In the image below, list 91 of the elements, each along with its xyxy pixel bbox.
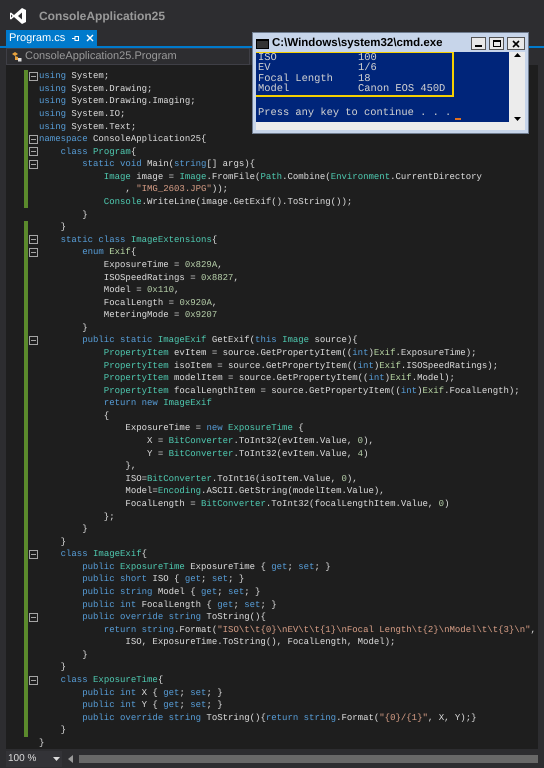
code-line: },	[124, 460, 136, 472]
code-line: X = BitConverter.ToInt32(evItem.Value, 0),	[146, 435, 374, 448]
code-line: public short ISO { get; set; }	[81, 573, 244, 586]
minimize-button[interactable]	[471, 37, 486, 50]
app-title: ConsoleApplication25	[39, 8, 166, 24]
code-line: public override string ToString(){return string.Format("{0}/{1}", X, Y);}	[81, 712, 476, 724]
collapse-icon[interactable]	[29, 612, 38, 622]
console-prompt: Press any key to continue . . .	[258, 106, 452, 122]
scroll-left-icon[interactable]	[68, 754, 73, 762]
code-line: }	[81, 208, 88, 221]
code-line: return string.Format("ISO\t\t{0}\nEV\t\t{1}\nFocal Length\t{2}\nModel\t\t{3}\n",	[102, 624, 536, 636]
code-line: public int Y { get; set; }	[81, 699, 223, 712]
console-horizontal-scrollbar[interactable]	[256, 122, 525, 130]
code-line: }	[60, 724, 66, 736]
caret-icon	[53, 756, 60, 760]
console-value: Canon EOS 450D	[358, 82, 446, 98]
code-line: , "IMG_2603.JPG"));	[124, 183, 228, 196]
code-line: PropertyItem isoItem = source.GetPropertyItem((int)Exif.ISOSpeedRatings);	[102, 360, 498, 372]
code-line: ISOSpeedRatings = 0x8827,	[102, 272, 239, 284]
code-line: using System.Text;	[39, 120, 136, 133]
code-line: MeteringMode = 0x9207	[102, 309, 218, 322]
pin-icon[interactable]	[71, 34, 80, 42]
class-icon	[11, 51, 22, 62]
collapse-icon[interactable]	[29, 147, 38, 156]
close-icon	[512, 40, 520, 48]
collapse-icon[interactable]	[29, 72, 38, 81]
console-icon	[256, 38, 269, 48]
vertical-scrollbar[interactable]	[509, 52, 525, 122]
collapse-icon[interactable]	[29, 550, 38, 559]
scroll-up-icon[interactable]	[514, 53, 520, 57]
collapse-icon[interactable]	[29, 676, 38, 685]
code-line: }	[60, 221, 66, 234]
close-icon[interactable]	[86, 34, 94, 42]
code-line: public override string ToString(){	[81, 611, 266, 624]
code-line: PropertyItem modelItem = source.GetPropertyItem((int)Exif.Model);	[102, 372, 455, 384]
code-line: }	[60, 661, 66, 674]
collapse-icon[interactable]	[29, 235, 38, 244]
file-tab[interactable]: Program.cs	[6, 30, 98, 46]
code-line: static void Main(string[] args){	[81, 158, 256, 170]
code-line: class ExposureTime{	[60, 674, 164, 686]
code-line: }	[81, 322, 88, 334]
console-label: EV	[258, 61, 270, 74]
code-line: Model=Encoding.ASCII.GetString(modelItem.Value),	[124, 485, 385, 498]
code-line: public int FocalLength { get; set; }	[81, 598, 277, 611]
code-line: return new ImageExif	[102, 397, 212, 410]
code-line: PropertyItem focalLengthItem = source.GetPropertyItem((int)Exif.FocalLength);	[102, 384, 520, 397]
code-line: FocalLength = BitConverter.ToInt32(focalLengthItem.Value, 0)	[124, 498, 450, 510]
code-line: }	[60, 536, 66, 548]
console-value: 1/6	[358, 61, 377, 74]
code-line: public ExposureTime ExposureTime { get; set; }	[81, 560, 331, 573]
collapse-icon[interactable]	[29, 336, 38, 345]
code-line: using System.Drawing;	[39, 82, 152, 95]
code-line: class Program{	[60, 146, 136, 158]
code-line: ISO=BitConverter.ToInt16(isoItem.Value, 0),	[124, 472, 358, 485]
code-line: }	[81, 648, 88, 661]
horizontal-scrollbar[interactable]	[79, 754, 538, 762]
code-line: enum Exif{	[81, 246, 136, 258]
code-line: namespace ConsoleApplication25{	[39, 133, 206, 146]
code-line: class ImageExif{	[60, 548, 148, 560]
console-title: C:\Windows\system32\cmd.exe	[272, 36, 444, 51]
code-line: }	[81, 523, 88, 536]
maximize-button[interactable]	[489, 37, 504, 50]
collapse-icon[interactable]	[29, 134, 38, 144]
code-line: FocalLength = 0x920A,	[102, 296, 218, 309]
code-line: using System.IO;	[39, 108, 126, 120]
code-line: Model = 0x110,	[102, 284, 180, 296]
code-line: static class ImageExtensions{	[60, 234, 218, 246]
code-line: PropertyItem evItem = source.GetPropertyItem((int)Exif.ExposureTime);	[102, 347, 476, 359]
code-line: Console.WriteLine(image.GetExif().ToString());	[102, 196, 352, 208]
code-line: using System.Drawing.Imaging;	[39, 95, 196, 108]
code-line: Y = BitConverter.ToInt32(evItem.Value, 4)	[146, 448, 368, 460]
code-line: ISO, ExposureTime.ToString(), FocalLength, Model);	[124, 636, 396, 648]
zoom-dropdown[interactable]: 100 %	[6, 750, 62, 766]
code-line: using System;	[39, 70, 110, 82]
code-line: public static ImageExif GetExif(this Image source){	[81, 334, 358, 346]
console-value: 18	[358, 72, 370, 85]
close-button[interactable]	[507, 37, 525, 50]
code-line: ExposureTime = 0x829A,	[102, 258, 223, 271]
code-line: Image image = Image.FromFile(Path.Combine(Environment.CurrentDirectory	[102, 170, 482, 183]
code-line: {	[102, 410, 110, 422]
cursor	[455, 118, 462, 120]
collapse-icon[interactable]	[29, 248, 38, 257]
code-line: public string Model { get; set; }	[81, 586, 260, 598]
console-label: Model	[258, 82, 290, 98]
collapse-icon[interactable]	[29, 160, 38, 169]
code-line: };	[102, 510, 115, 523]
code-line: }	[39, 736, 44, 749]
code-line: public int X { get; set; }	[81, 686, 223, 699]
logo-icon	[9, 6, 27, 24]
navigation-bar[interactable]: ConsoleApplication25.Program	[6, 48, 250, 65]
code-line: ExposureTime = new ExposureTime {	[124, 422, 304, 434]
